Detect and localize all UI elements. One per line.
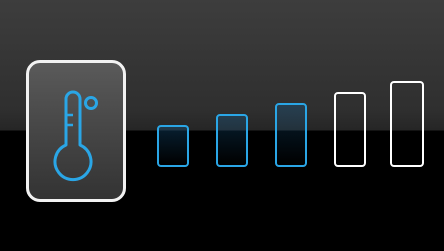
level-bar-3[interactable]	[275, 103, 307, 167]
thermometer-icon	[53, 90, 98, 182]
temperature-tile[interactable]	[26, 60, 126, 202]
level-bar-2[interactable]	[216, 114, 248, 167]
level-bar-5[interactable]	[390, 81, 424, 167]
temperature-control-screen	[0, 0, 444, 251]
level-bar-1[interactable]	[157, 125, 189, 167]
level-bar-4[interactable]	[334, 92, 366, 167]
